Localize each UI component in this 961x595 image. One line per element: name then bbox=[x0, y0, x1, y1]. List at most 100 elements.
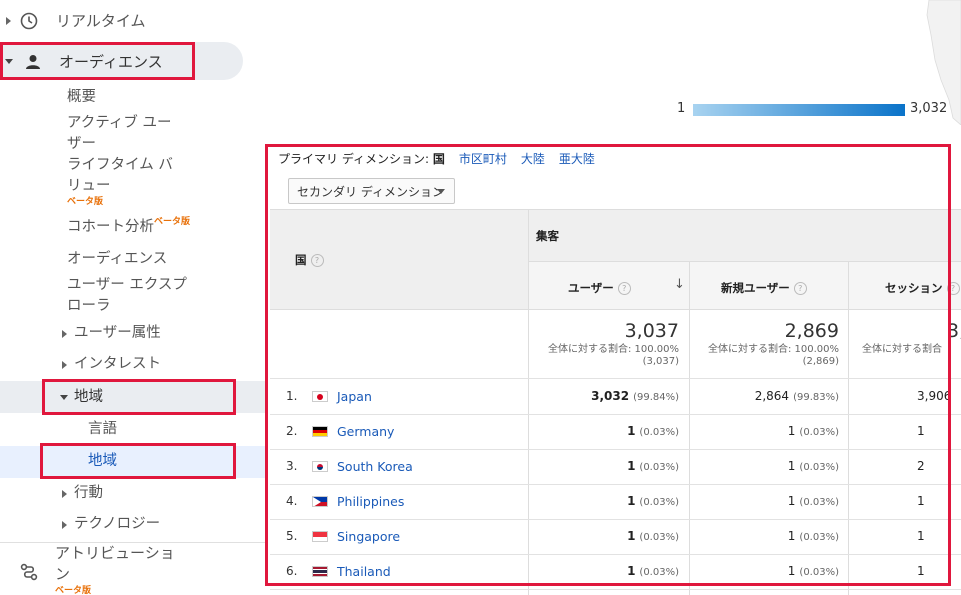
users-value: 1 bbox=[627, 494, 636, 508]
clock-icon bbox=[20, 12, 38, 29]
sidebar-item-label: ユーザー エクスプ bbox=[67, 277, 187, 293]
row-number: 5. bbox=[286, 529, 298, 543]
sidebar-item-technology[interactable]: テクノロジー bbox=[62, 514, 160, 535]
new-users-cell: 1 (0.03%) bbox=[788, 564, 839, 578]
sidebar-item-label: アクティブ ユー bbox=[67, 115, 172, 131]
attribution-icon bbox=[20, 563, 38, 581]
sidebar-item-label: 行動 bbox=[74, 485, 103, 501]
new-users-value: 1 bbox=[787, 459, 796, 473]
total-pct-label: 全体に対する割合: 100.00% bbox=[547, 344, 679, 355]
sidebar-item-audiences[interactable]: オーディエンス bbox=[67, 249, 167, 270]
new-users-pct: (0.03%) bbox=[799, 532, 839, 543]
sidebar-item-interests[interactable]: インタレスト bbox=[62, 354, 161, 375]
new-users-value: 1 bbox=[787, 494, 796, 508]
new-users-cell: 2,864 (99.83%) bbox=[755, 389, 839, 403]
country-link[interactable]: Thailand bbox=[337, 564, 391, 579]
total-pct-label: 全体に対する割合: 100.00% bbox=[707, 344, 839, 355]
new-users-cell: 1 (0.03%) bbox=[788, 529, 839, 543]
column-header-label: 新規ユーザー bbox=[721, 281, 790, 295]
help-icon[interactable]: ? bbox=[793, 282, 807, 295]
sidebar-item-geo[interactable]: 地域 bbox=[60, 387, 103, 408]
dimension-active-country: 国 bbox=[432, 152, 445, 166]
legend-color-bar bbox=[693, 104, 905, 116]
new-users-pct: (0.03%) bbox=[799, 427, 839, 438]
sidebar-item-attribution[interactable]: アトリビューショ ン bbox=[55, 543, 175, 585]
total-sub-value: (2,869) bbox=[802, 356, 839, 367]
expand-arrow-icon bbox=[62, 360, 67, 369]
location-highlight bbox=[0, 446, 268, 478]
legend-min-value: 1 bbox=[677, 101, 686, 116]
sessions-cell: 2 bbox=[917, 459, 925, 473]
users-value: 3,032 bbox=[591, 389, 630, 403]
table-row: 2. Germany 1 (0.03%) 1 (0.03%) 1 bbox=[270, 414, 961, 449]
help-icon[interactable]: ? bbox=[946, 282, 960, 295]
new-users-cell: 1 (0.03%) bbox=[788, 459, 839, 473]
sidebar-item-language[interactable]: 言語 bbox=[88, 419, 117, 440]
expand-arrow-icon bbox=[62, 489, 67, 498]
sidebar-item-realtime[interactable]: リアルタイム bbox=[6, 10, 146, 31]
sidebar-item-demographics[interactable]: ユーザー属性 bbox=[62, 323, 161, 344]
secondary-dimension-label: セカンダリ ディメンション bbox=[297, 184, 444, 199]
new-users-pct: (0.03%) bbox=[799, 462, 839, 473]
sidebar-item-location[interactable]: 地域 bbox=[88, 451, 117, 472]
sidebar-item-cohort[interactable]: コホート分析ベータ版 bbox=[67, 217, 190, 240]
dimension-link-subcontinent[interactable]: 亜大陸 bbox=[559, 150, 595, 167]
sidebar-item-behavior[interactable]: 行動 bbox=[62, 483, 103, 504]
column-header-users[interactable]: ユーザー? bbox=[568, 280, 631, 296]
column-header-sessions[interactable]: セッション? bbox=[885, 280, 960, 296]
total-users: 3,037 bbox=[624, 320, 679, 342]
users-pct: (0.03%) bbox=[639, 497, 679, 508]
country-link[interactable]: Singapore bbox=[337, 529, 400, 544]
country-link[interactable]: Germany bbox=[337, 424, 394, 439]
country-link[interactable]: Japan bbox=[337, 389, 372, 404]
total-sessions-pct: 全体に対する割合 bbox=[862, 344, 942, 355]
total-new-users-pct: 全体に対する割合: 100.00% (2,869) bbox=[708, 344, 839, 368]
sidebar: リアルタイム オーディエンス 概要 アクティブ ユー ザー ライフタイム バ リ… bbox=[0, 0, 268, 595]
column-header-new-users[interactable]: 新規ユーザー? bbox=[721, 280, 807, 296]
flag-de-icon bbox=[312, 426, 328, 437]
total-users-pct: 全体に対する割合: 100.00% (3,037) bbox=[548, 344, 679, 368]
sidebar-item-label: ザー bbox=[67, 136, 96, 152]
new-users-value: 2,864 bbox=[754, 389, 790, 403]
table-row: 6. Thailand 1 (0.03%) 1 (0.03%) 1 bbox=[270, 554, 961, 589]
column-header-country[interactable]: 国? bbox=[295, 252, 324, 268]
help-icon[interactable]: ? bbox=[617, 282, 631, 295]
sidebar-item-label: インタレスト bbox=[74, 356, 161, 372]
sidebar-item-label: 地域 bbox=[74, 389, 103, 405]
sidebar-item-label: ン bbox=[55, 565, 71, 583]
new-users-value: 1 bbox=[787, 564, 796, 578]
users-pct: (99.84%) bbox=[633, 392, 679, 403]
secondary-dimension-dropdown[interactable]: セカンダリ ディメンション bbox=[288, 178, 455, 204]
row-number: 2. bbox=[286, 424, 298, 438]
dimension-link-continent[interactable]: 大陸 bbox=[521, 150, 545, 167]
flag-sg-icon bbox=[312, 531, 328, 542]
users-cell: 1 (0.03%) bbox=[627, 424, 679, 438]
country-link[interactable]: Philippines bbox=[337, 494, 404, 509]
users-cell: 1 (0.03%) bbox=[627, 529, 679, 543]
sidebar-item-user-explorer[interactable]: ユーザー エクスプ ローラ bbox=[67, 275, 187, 317]
flag-jp-icon bbox=[312, 391, 328, 402]
dimension-label: プライマリ ディメンション: bbox=[278, 152, 430, 166]
flag-ph-icon bbox=[312, 496, 328, 507]
sort-down-icon[interactable]: ↓ bbox=[674, 277, 685, 292]
flag-th-icon bbox=[312, 566, 328, 577]
users-pct: (0.03%) bbox=[639, 532, 679, 543]
beta-badge: ベータ版 bbox=[67, 197, 104, 207]
users-pct: (0.03%) bbox=[639, 567, 679, 578]
dimension-link-city[interactable]: 市区町村 bbox=[459, 150, 507, 167]
sidebar-item-label: コホート分析 bbox=[67, 219, 154, 235]
sessions-cell: 3,906 bbox=[917, 389, 952, 403]
new-users-value: 1 bbox=[787, 424, 796, 438]
new-users-cell: 1 (0.03%) bbox=[788, 424, 839, 438]
expand-arrow-icon bbox=[62, 329, 67, 338]
sidebar-item-overview[interactable]: 概要 bbox=[67, 87, 96, 108]
row-number: 6. bbox=[286, 564, 298, 578]
country-link[interactable]: South Korea bbox=[337, 459, 413, 474]
sidebar-item-audience[interactable]: オーディエンス bbox=[5, 51, 163, 72]
table-row: 4. Philippines 1 (0.03%) 1 (0.03%) 1 bbox=[270, 484, 961, 519]
help-icon[interactable]: ? bbox=[310, 254, 324, 267]
collapse-arrow-icon bbox=[5, 59, 13, 64]
sidebar-item-active-users[interactable]: アクティブ ユー ザー bbox=[67, 113, 172, 155]
sidebar-item-lifetime-value[interactable]: ライフタイム バ リュー ベータ版 bbox=[67, 155, 173, 207]
users-cell: 1 (0.03%) bbox=[627, 494, 679, 508]
